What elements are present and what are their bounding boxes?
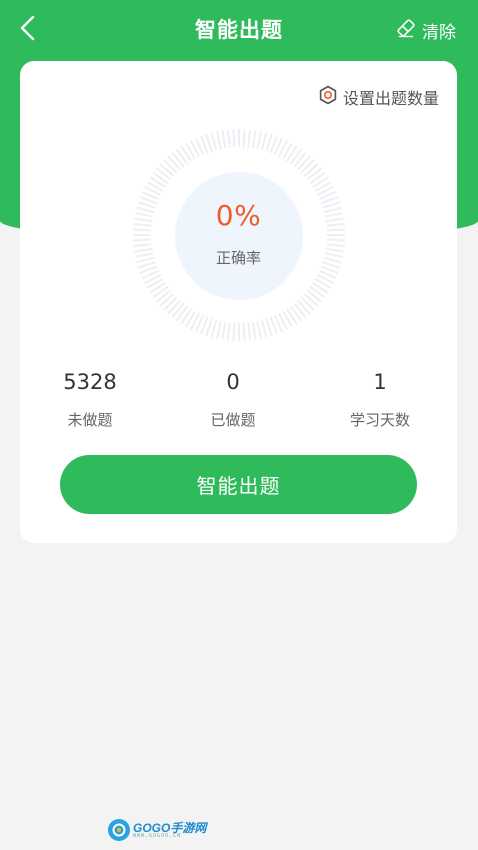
gauge-tick bbox=[256, 320, 263, 339]
clear-label: 清除 bbox=[422, 22, 456, 43]
accuracy-label: 正确率 bbox=[215, 249, 261, 267]
back-button[interactable] bbox=[12, 14, 44, 46]
gauge-tick bbox=[303, 163, 319, 177]
gauge-center bbox=[175, 172, 303, 300]
top-bar: 智能出题 清除 bbox=[0, 0, 478, 60]
gauge-tick bbox=[205, 318, 213, 337]
gauge-tick bbox=[167, 299, 181, 315]
gauge-tick bbox=[215, 131, 222, 150]
gauge-tick bbox=[242, 322, 246, 341]
gauge-tick bbox=[300, 159, 315, 174]
stat-study-days: 1 学习天数 bbox=[310, 367, 450, 430]
gauge-tick bbox=[155, 289, 172, 303]
gauge-tick bbox=[221, 130, 227, 149]
gauge-tick bbox=[300, 296, 315, 311]
gauge-tick bbox=[226, 322, 231, 341]
gauge-tick bbox=[226, 129, 231, 148]
stat-done-value: 0 bbox=[226, 370, 240, 394]
watermark-main: GOGO手游网 bbox=[133, 820, 207, 835]
gauge-tick bbox=[133, 243, 152, 248]
gauge-tick bbox=[265, 133, 273, 152]
gauge-tick bbox=[159, 163, 175, 177]
gauge-tick bbox=[171, 151, 185, 168]
stat-undone-label: 未做题 bbox=[67, 411, 113, 429]
gauge-tick bbox=[256, 131, 263, 150]
set-question-count-label: 设置出题数量 bbox=[342, 89, 439, 108]
watermark-logo: GOGO手游网 WWW.GOGOO.CN bbox=[108, 818, 206, 842]
gauge-tick bbox=[232, 129, 236, 148]
gauge-tick bbox=[167, 155, 181, 171]
gauge-tick bbox=[247, 129, 252, 148]
stat-undone: 5328 未做题 bbox=[20, 367, 160, 430]
gauge-tick bbox=[221, 321, 227, 340]
gauge-tick bbox=[205, 133, 213, 152]
gauge-tick bbox=[326, 243, 345, 248]
gauge-tick bbox=[265, 318, 273, 337]
gauge-tick bbox=[251, 321, 257, 340]
stat-done-label: 已做题 bbox=[210, 411, 256, 429]
gauge-tick bbox=[293, 302, 307, 319]
gauge-tick bbox=[251, 130, 257, 149]
stat-study-days-value: 1 bbox=[373, 370, 387, 394]
gauge-tick bbox=[242, 129, 246, 148]
stats-row: 5328 未做题 0 已做题 1 学习天数 bbox=[20, 367, 457, 439]
stat-study-days-label: 学习天数 bbox=[349, 411, 410, 429]
gauge-tick bbox=[260, 132, 268, 151]
gauge-tick bbox=[215, 320, 222, 339]
gauge-tick bbox=[210, 319, 218, 338]
gauge-tick bbox=[159, 293, 175, 307]
gauge-tick bbox=[297, 299, 311, 315]
gauge-tick bbox=[210, 132, 218, 151]
stat-undone-value: 5328 bbox=[63, 370, 117, 394]
eraser-icon bbox=[396, 18, 416, 43]
gauge-tick bbox=[133, 238, 152, 242]
gauge-tick bbox=[155, 167, 172, 181]
gauge-tick bbox=[232, 322, 236, 341]
accuracy-gauge bbox=[132, 125, 346, 345]
gauge-tick bbox=[260, 319, 268, 338]
page: 智能出题 清除 设置出题数量 0% 正确率 5328 未做题 0 已做题 1 学… bbox=[0, 0, 478, 850]
gauge-tick bbox=[306, 167, 323, 181]
gauge-tick bbox=[293, 151, 307, 168]
watermark-sub: WWW.GOGOO.CN bbox=[133, 832, 182, 839]
chevron-left-icon bbox=[19, 14, 37, 46]
stat-done: 0 已做题 bbox=[163, 367, 303, 430]
gauge-tick bbox=[306, 289, 323, 303]
gauge-tick bbox=[163, 159, 178, 174]
clear-button[interactable]: 清除 bbox=[396, 16, 456, 44]
accuracy-value: 0% bbox=[215, 199, 262, 232]
gauge-tick bbox=[326, 238, 345, 242]
start-smart-quiz-button[interactable]: 智能出题 bbox=[60, 455, 417, 514]
gauge-tick bbox=[297, 155, 311, 171]
gauge-tick bbox=[303, 293, 319, 307]
gauge-tick bbox=[163, 296, 178, 311]
gogo-logo-icon bbox=[108, 819, 130, 841]
gauge-tick bbox=[171, 302, 185, 319]
gear-icon bbox=[318, 85, 338, 109]
set-question-count-button[interactable]: 设置出题数量 bbox=[318, 85, 439, 109]
gauge-tick bbox=[247, 322, 252, 341]
quiz-card: 设置出题数量 0% 正确率 5328 未做题 0 已做题 1 学习天数 智能出题 bbox=[20, 61, 457, 543]
